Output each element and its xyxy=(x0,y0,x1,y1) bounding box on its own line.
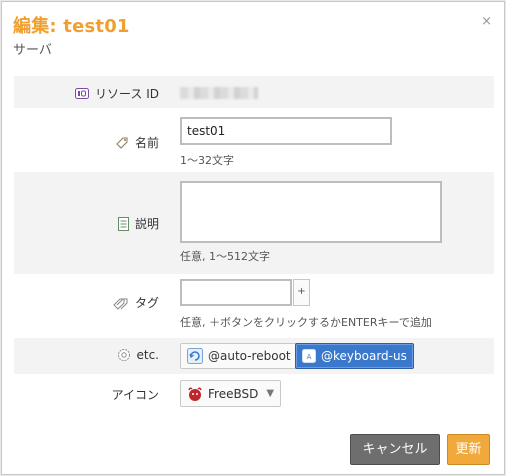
name-hint: 1〜32文字 xyxy=(180,154,234,167)
notepad-icon xyxy=(117,216,129,231)
resource-id-label: リソース ID xyxy=(95,87,159,101)
tags-hint: 任意, ＋ボタンをクリックするかENTERキーで追加 xyxy=(180,316,432,329)
add-tag-button[interactable]: + xyxy=(293,279,310,306)
description-row: 説明 任意, 1〜512文字 xyxy=(14,172,494,274)
icon-label-group: アイコン xyxy=(112,386,159,403)
auto-reboot-label: @auto-reboot xyxy=(208,349,291,363)
auto-reboot-option[interactable]: @auto-reboot xyxy=(180,343,298,369)
update-button[interactable]: 更新 xyxy=(447,434,490,465)
name-row: 名前 1〜32文字 xyxy=(14,108,494,172)
description-textarea[interactable] xyxy=(180,181,442,243)
id-card-icon xyxy=(75,88,89,99)
dialog-subtitle: サーバ xyxy=(13,43,52,58)
icon-row: アイコン FreeBSD ▼ xyxy=(14,374,494,414)
edit-server-dialog: 編集: test01 サーバ × リソース ID 名前 1〜32文字 xyxy=(1,1,505,475)
icon-select-value: FreeBSD xyxy=(208,386,259,401)
resource-id-row: リソース ID xyxy=(14,76,494,108)
keyboard-us-option[interactable]: A @keyboard-us xyxy=(295,343,414,369)
resource-id-value-wrap xyxy=(180,87,258,102)
gear-icon xyxy=(117,349,130,361)
close-icon[interactable]: × xyxy=(481,15,492,28)
description-label-group: 説明 xyxy=(117,215,159,232)
tags-label: タグ xyxy=(134,296,159,310)
svg-text:A: A xyxy=(307,353,312,361)
etc-label: etc. xyxy=(136,348,160,362)
etc-label-group: etc. xyxy=(117,348,160,362)
freebsd-daemon-icon xyxy=(188,386,202,401)
description-label: 説明 xyxy=(134,217,159,231)
dialog-title: 編集: test01 xyxy=(13,16,130,37)
name-label: 名前 xyxy=(134,136,159,150)
resource-id-value-redacted xyxy=(180,87,258,99)
keyboard-us-label: @keyboard-us xyxy=(321,349,407,363)
tags-input[interactable] xyxy=(180,279,292,306)
description-hint: 任意, 1〜512文字 xyxy=(180,250,270,263)
chevron-down-icon: ▼ xyxy=(266,388,275,399)
tags-label-group: タグ xyxy=(113,294,159,311)
icon-label: アイコン xyxy=(111,388,159,402)
tags-row: タグ + 任意, ＋ボタンをクリックするかENTERキーで追加 xyxy=(14,274,494,336)
refresh-icon xyxy=(187,348,203,364)
cancel-button[interactable]: キャンセル xyxy=(350,434,440,465)
name-input[interactable] xyxy=(180,117,392,145)
icon-select[interactable]: FreeBSD ▼ xyxy=(180,380,282,407)
tag-label-icon xyxy=(116,137,128,149)
resource-id-label-group: リソース ID xyxy=(75,85,159,102)
etc-row: etc. @auto-reboot A @keyboard-us xyxy=(14,338,494,374)
tags-icon xyxy=(113,298,128,310)
name-label-group: 名前 xyxy=(115,134,159,151)
keyboard-icon: A xyxy=(302,349,316,363)
